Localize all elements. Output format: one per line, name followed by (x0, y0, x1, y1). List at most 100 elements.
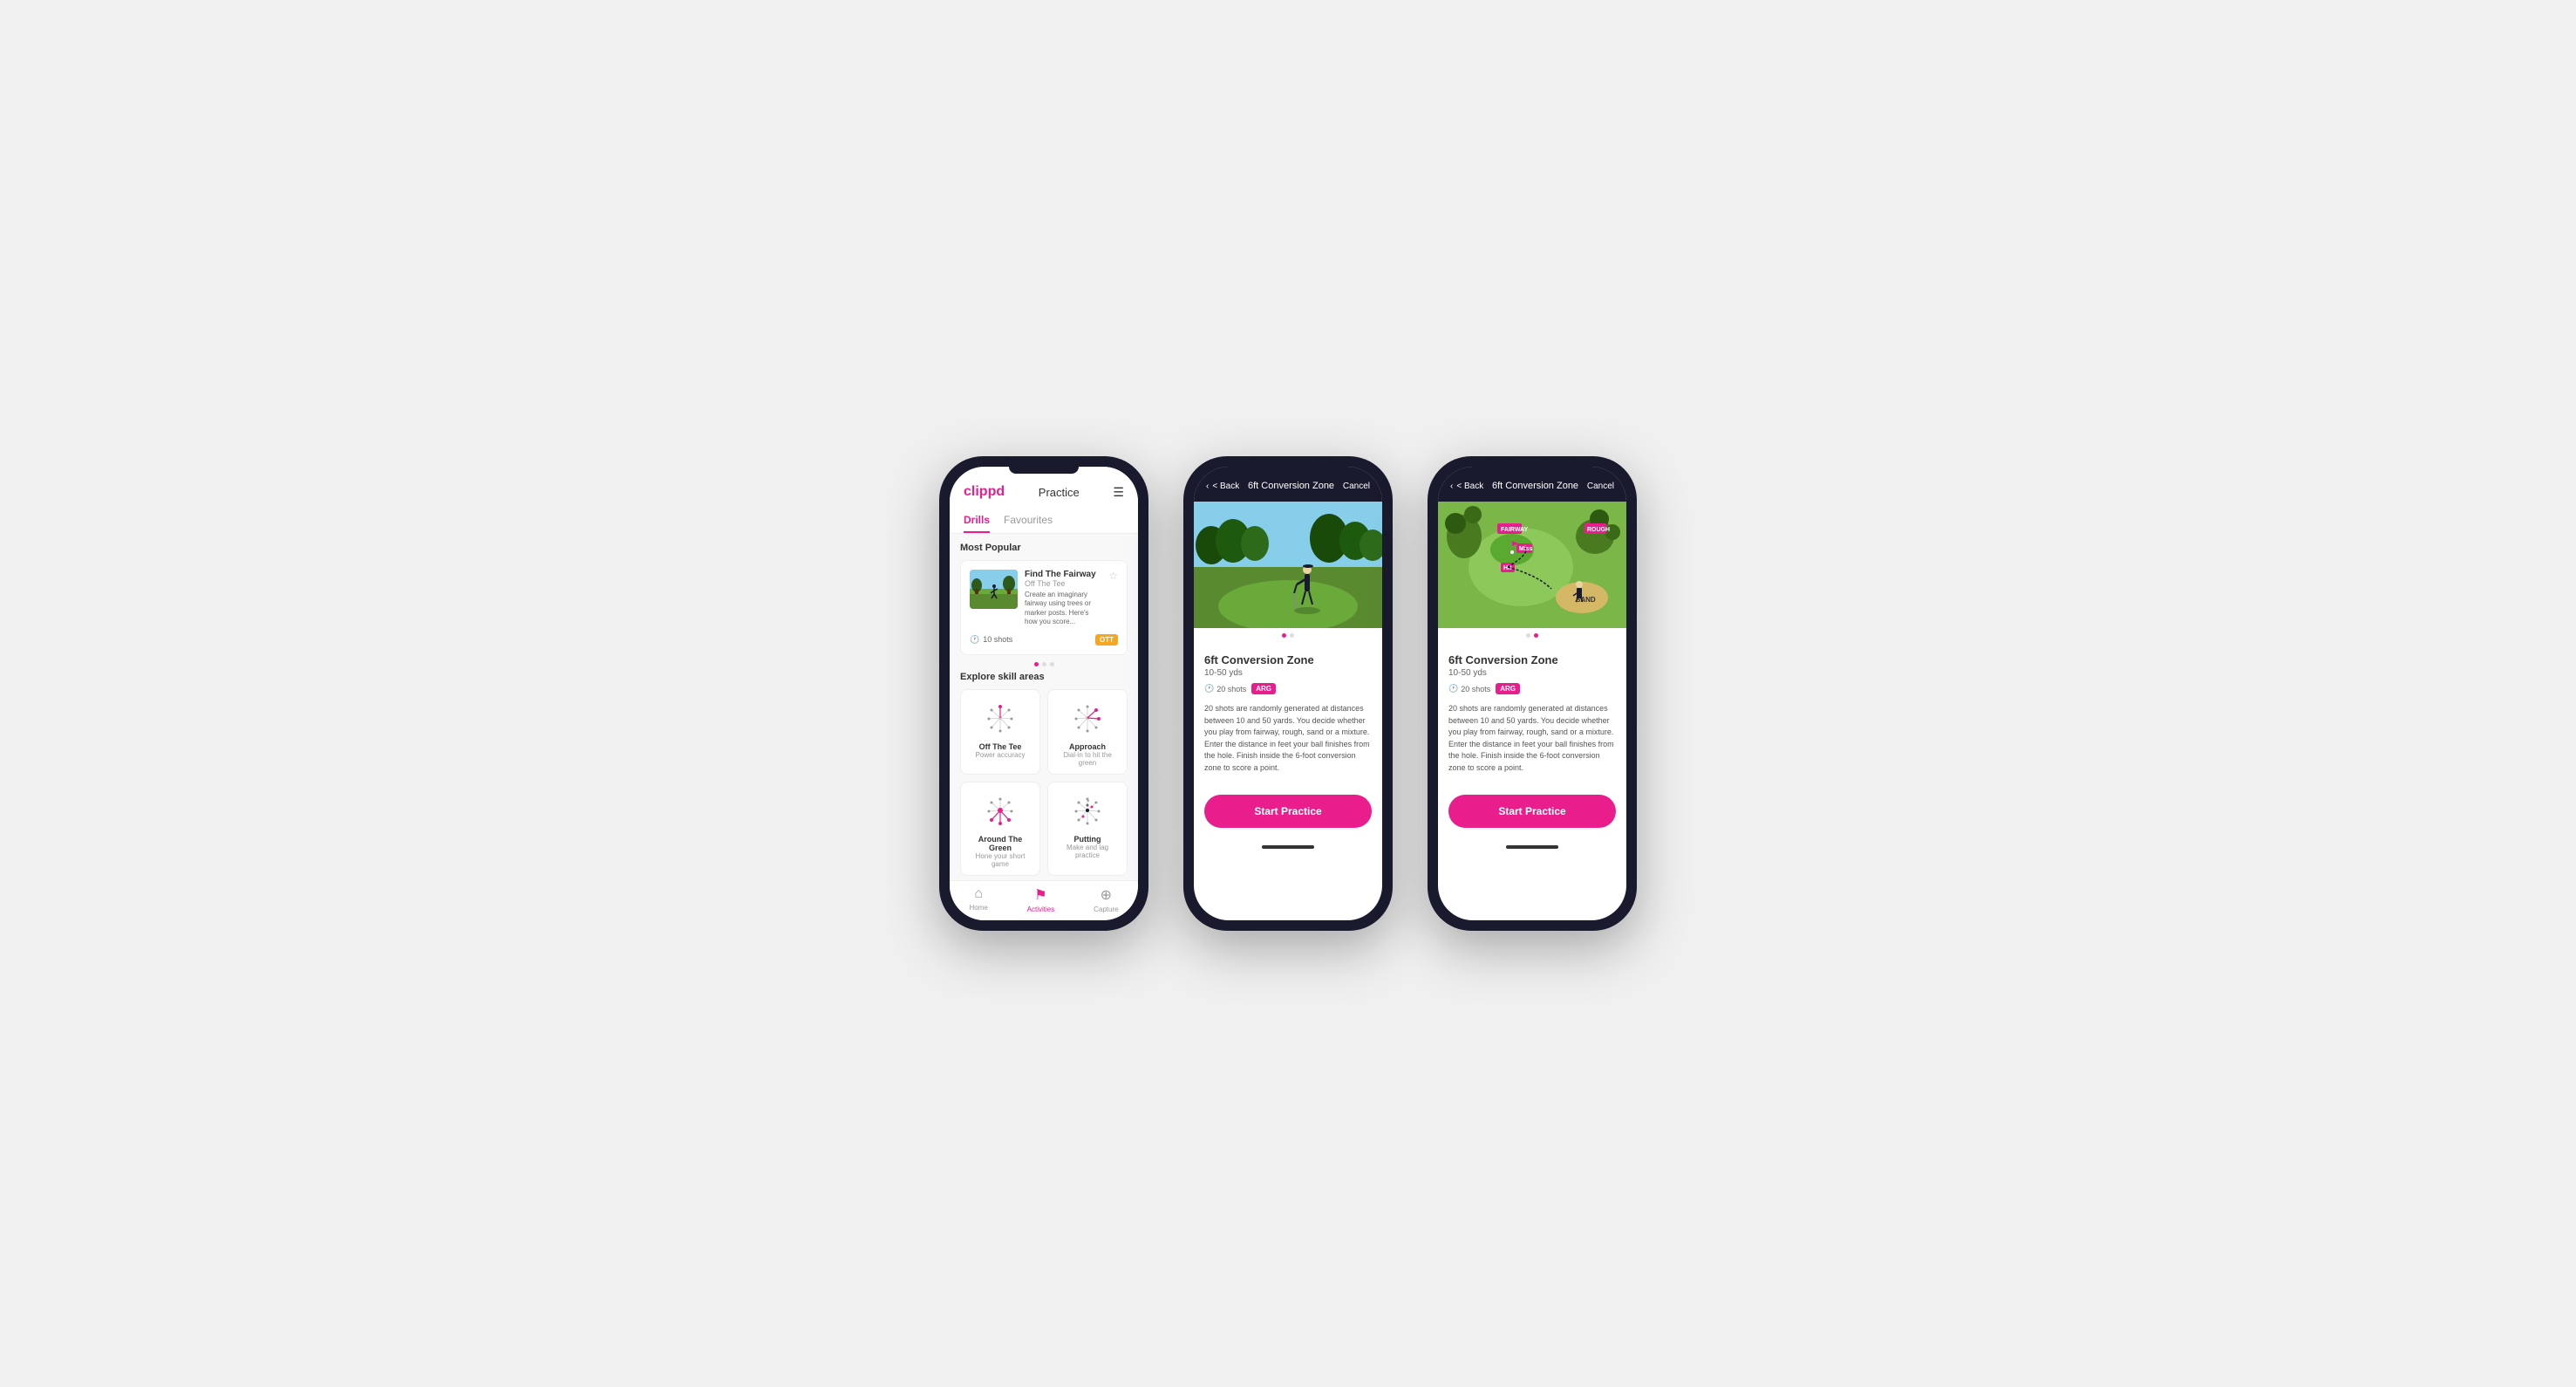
nav-home[interactable]: ⌂ Home (969, 886, 987, 913)
phone-3-screen: ‹ < Back 6ft Conversion Zone Cancel SAND (1438, 467, 1626, 920)
svg-text:FAIRWAY: FAIRWAY (1501, 527, 1528, 533)
activities-label: Activities (1027, 905, 1055, 913)
drill-tag-2: ARG (1251, 683, 1276, 694)
tab-favourites[interactable]: Favourites (1004, 509, 1053, 533)
golf-map-svg: SAND FAIRWAY ROUGH (1438, 502, 1626, 628)
capture-label: Capture (1094, 905, 1118, 913)
activities-icon: ⚑ (1034, 886, 1046, 904)
explore-title: Explore skill areas (960, 672, 1128, 682)
featured-drill-card[interactable]: Find The Fairway Off The Tee Create an i… (960, 560, 1128, 655)
back-chevron-2: ‹ (1206, 482, 1209, 491)
tab-drills[interactable]: Drills (964, 509, 990, 533)
shots-text-2: 20 shots (1216, 685, 1246, 694)
bottom-nav: ⌂ Home ⚑ Activities ⊕ Capture (950, 880, 1138, 920)
clock-icon-3: 🕐 (1448, 684, 1458, 694)
dot-1 (1034, 662, 1039, 666)
ott-sub: Power accuracy (976, 751, 1026, 759)
home-indicator-2 (1262, 845, 1314, 849)
phone-1-screen: clippd Practice ☰ Drills Favourites Most… (950, 467, 1138, 920)
drill-desc-2: 20 shots are randomly generated at dista… (1204, 703, 1372, 774)
card-row: Find The Fairway Off The Tee Create an i… (970, 570, 1118, 627)
skill-card-putting[interactable]: Putting Make and lag practice (1047, 782, 1128, 876)
dot-inactive-3a (1526, 633, 1530, 638)
phone-3: ‹ < Back 6ft Conversion Zone Cancel SAND (1428, 456, 1637, 931)
dot-2 (1042, 662, 1046, 666)
drill-name-3: 6ft Conversion Zone (1448, 653, 1616, 666)
detail-title-2: 6ft Conversion Zone (1248, 481, 1334, 491)
approach-name: Approach (1069, 742, 1106, 751)
dot-active-3 (1534, 633, 1538, 638)
phone-1: clippd Practice ☰ Drills Favourites Most… (939, 456, 1148, 931)
screen1-content: Most Popular (950, 534, 1138, 880)
nav-capture[interactable]: ⊕ Capture (1094, 886, 1118, 913)
logo: clippd (964, 484, 1005, 500)
capture-icon: ⊕ (1101, 886, 1112, 904)
dot-active-2 (1282, 633, 1286, 638)
putting-name: Putting (1074, 835, 1101, 844)
shots-text-3: 20 shots (1461, 685, 1490, 694)
drill-range-2: 10-50 yds (1204, 668, 1372, 678)
drill-tag-3: ARG (1496, 683, 1520, 694)
atg-icon-area (977, 791, 1025, 830)
shots-meta-2: 🕐 20 shots (1204, 684, 1246, 694)
golf-photo-svg (1194, 502, 1382, 628)
notch-1 (1009, 467, 1079, 474)
most-popular-title: Most Popular (960, 543, 1128, 553)
cancel-button-2[interactable]: Cancel (1343, 482, 1370, 491)
skill-card-atg[interactable]: Around The Green Hone your short game (960, 782, 1040, 876)
bookmark-icon[interactable]: ☆ (1108, 570, 1118, 582)
topbar: clippd Practice ☰ (964, 484, 1124, 500)
practice-title: Practice (1039, 486, 1080, 499)
bottom-bar-2 (1194, 838, 1382, 856)
thumb-bg (970, 570, 1018, 609)
drill-description: Create an imaginary fairway using trees … (1025, 591, 1101, 627)
skill-card-ott[interactable]: Off The Tee Power accuracy (960, 689, 1040, 775)
approach-sub: Dial-in to hit the green (1055, 751, 1120, 767)
svg-text:Hit: Hit (1503, 565, 1512, 571)
drill-meta-3: 🕐 20 shots ARG (1448, 683, 1616, 694)
cancel-button-3[interactable]: Cancel (1587, 482, 1614, 491)
skill-grid: Off The Tee Power accuracy (960, 689, 1128, 876)
drill-thumbnail (970, 570, 1018, 609)
phone-2: ‹ < Back 6ft Conversion Zone Cancel (1183, 456, 1393, 931)
ott-svg (978, 700, 1022, 736)
drill-meta-2: 🕐 20 shots ARG (1204, 683, 1372, 694)
detail-body-3: 6ft Conversion Zone 10-50 yds 🕐 20 shots… (1438, 643, 1626, 784)
menu-icon[interactable]: ☰ (1113, 485, 1124, 500)
phone-2-screen: ‹ < Back 6ft Conversion Zone Cancel (1194, 467, 1382, 920)
card-pagination (960, 662, 1128, 666)
card-footer: 🕐 10 shots OTT (970, 634, 1118, 646)
detail-body-2: 6ft Conversion Zone 10-50 yds 🕐 20 shots… (1194, 643, 1382, 784)
svg-text:ROUGH: ROUGH (1587, 527, 1610, 533)
dot-inactive-2 (1290, 633, 1294, 638)
atg-svg (978, 792, 1022, 829)
clock-icon: 🕐 (970, 635, 979, 645)
home-label: Home (969, 904, 987, 912)
screen1-header: clippd Practice ☰ Drills Favourites (950, 467, 1138, 534)
ott-name: Off The Tee (979, 742, 1022, 751)
hero-map-3: SAND FAIRWAY ROUGH (1438, 502, 1626, 628)
screen-container: clippd Practice ☰ Drills Favourites Most… (939, 456, 1637, 931)
dot-3 (1050, 662, 1054, 666)
detail-title-3: 6ft Conversion Zone (1492, 481, 1578, 491)
nav-activities[interactable]: ⚑ Activities (1027, 886, 1055, 913)
home-indicator-3 (1506, 845, 1558, 849)
back-button-3[interactable]: ‹ < Back (1450, 482, 1483, 491)
tab-bar: Drills Favourites (964, 509, 1124, 533)
drill-range-3: 10-50 yds (1448, 668, 1616, 678)
drill-info: Find The Fairway Off The Tee Create an i… (1025, 570, 1101, 627)
home-icon: ⌂ (974, 886, 983, 902)
start-practice-button-2[interactable]: Start Practice (1204, 795, 1372, 828)
drill-subtitle: Off The Tee (1025, 579, 1101, 588)
ott-icon-area (977, 699, 1025, 738)
clock-icon-2: 🕐 (1204, 684, 1214, 694)
skill-card-approach[interactable]: Approach Dial-in to hit the green (1047, 689, 1128, 775)
start-practice-button-3[interactable]: Start Practice (1448, 795, 1616, 828)
shots-meta-3: 🕐 20 shots (1448, 684, 1490, 694)
putting-svg (1066, 792, 1109, 829)
back-label-2: < Back (1212, 482, 1239, 491)
back-label-3: < Back (1456, 482, 1483, 491)
golf-thumbnail-svg (970, 570, 1018, 609)
back-button-2[interactable]: ‹ < Back (1206, 482, 1239, 491)
approach-icon-area (1064, 699, 1112, 738)
